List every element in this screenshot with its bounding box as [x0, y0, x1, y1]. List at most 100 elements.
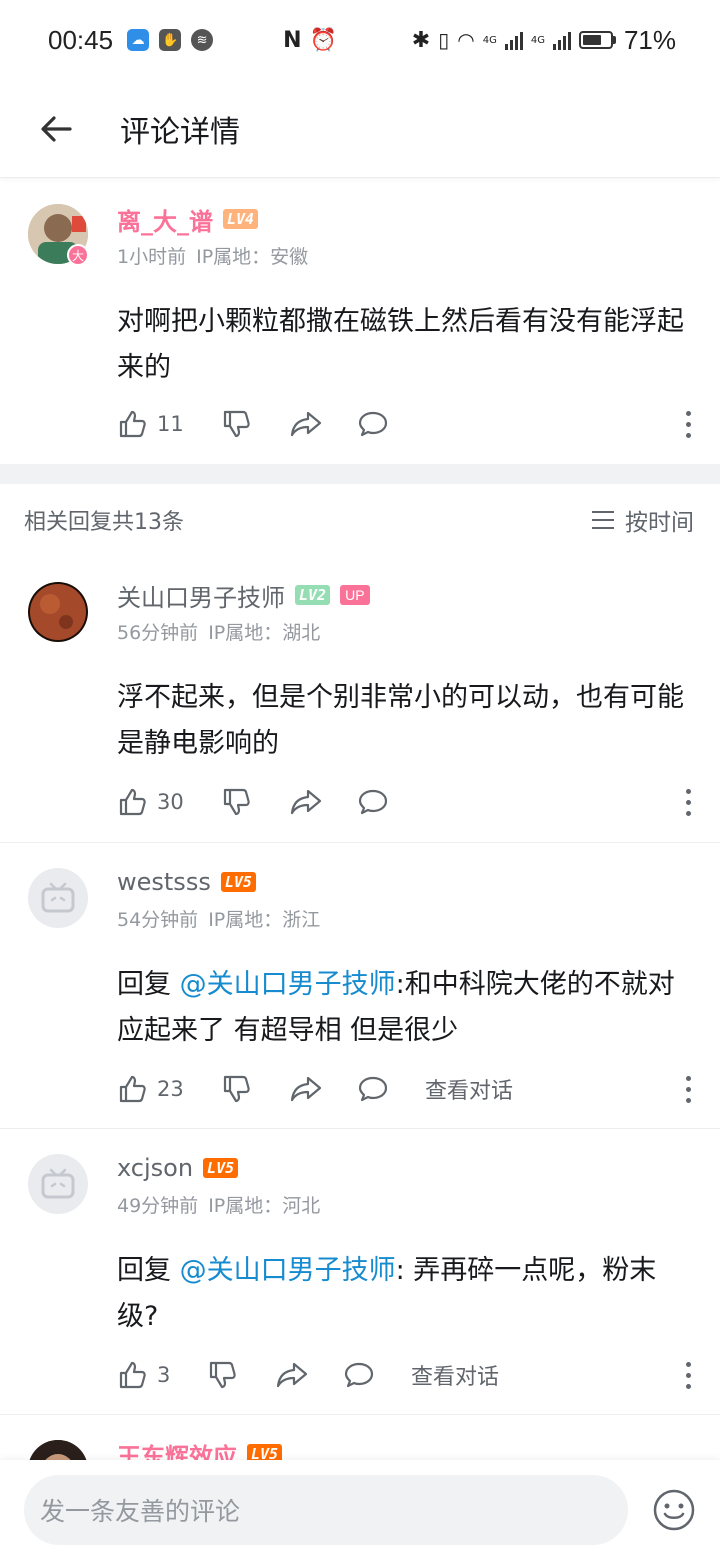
username[interactable]: 关山口男子技师 — [117, 578, 285, 613]
section-divider — [0, 464, 720, 484]
level-badge: LV5 — [247, 1444, 283, 1460]
comment-text: 浮不起来，但是个别非常小的可以动，也有可能是静电影响的 — [117, 682, 684, 759]
wifi-icon: ◠ — [457, 28, 475, 52]
avatar[interactable] — [28, 868, 88, 928]
more-options-button[interactable] — [684, 1361, 692, 1389]
sort-label: 按时间 — [625, 510, 694, 536]
like-count: 11 — [157, 412, 184, 436]
comment-actions: 3 查看对话 — [117, 1355, 692, 1395]
hand-notification-icon: ✋ — [159, 29, 182, 51]
comment-bubble-icon — [358, 411, 388, 437]
mention-link[interactable]: @关山口男子技师 — [180, 1255, 396, 1286]
reply-item: 王东辉效应 LV5 — [0, 1415, 720, 1460]
like-button[interactable]: 23 — [117, 1073, 221, 1105]
share-arrow-icon — [276, 1362, 308, 1388]
dislike-button[interactable] — [221, 786, 289, 818]
share-arrow-icon — [290, 789, 322, 815]
reply-button[interactable] — [357, 408, 425, 440]
comment-meta: 54分钟前 IP属地：浙江 — [117, 905, 690, 932]
reply-prefix: 回复 — [117, 969, 180, 1000]
comment-text: 对啊把小颗粒都撒在磁铁上然后看有没有能浮起来的 — [117, 306, 684, 383]
dislike-button[interactable] — [221, 408, 289, 440]
emoji-button[interactable] — [652, 1488, 696, 1532]
username[interactable]: 离_大_谱 — [117, 202, 213, 237]
main-comment: 大 离_大_谱 LV4 1小时前 IP属地：安徽 对啊把小颗粒都撒在磁铁上然后看有… — [0, 178, 720, 464]
reply-button[interactable] — [343, 1359, 411, 1391]
comment-ip: IP属地：浙江 — [208, 909, 321, 931]
reply-button[interactable] — [357, 1073, 425, 1105]
thumbs-up-icon — [119, 410, 146, 438]
vibrate-icon: ▯ — [438, 28, 450, 52]
comment-input[interactable]: 发一条友善的评论 — [24, 1475, 628, 1545]
replies-header: 相关回复共13条 按时间 — [24, 500, 694, 540]
share-button[interactable] — [289, 408, 357, 440]
comment-ip: IP属地：湖北 — [208, 622, 321, 644]
reply-item: xcjson LV5 49分钟前 IP属地：河北 回复 @关山口男子技师: 弄再碎… — [0, 1129, 720, 1415]
more-options-button[interactable] — [684, 788, 692, 816]
comment-bubble-icon — [344, 1362, 374, 1388]
comment-text: 回复 @关山口男子技师: 弄再碎一点呢，粉末级? — [117, 1248, 690, 1340]
like-button[interactable]: 30 — [117, 786, 221, 818]
share-button[interactable] — [289, 786, 357, 818]
comment-time: 54分钟前 — [117, 909, 199, 931]
dislike-button[interactable] — [207, 1359, 275, 1391]
comment-meta: 56分钟前 IP属地：湖北 — [117, 618, 690, 645]
comment-ip: IP属地：河北 — [208, 1195, 321, 1217]
network-type-1: 4G — [482, 34, 497, 46]
like-count: 23 — [157, 1077, 184, 1101]
up-badge: UP — [340, 585, 370, 605]
thumbs-down-icon — [223, 788, 250, 816]
view-conversation-link[interactable]: 查看对话 — [425, 1073, 513, 1105]
like-button[interactable]: 11 — [117, 408, 221, 440]
vip-badge: 大 — [67, 244, 89, 266]
sort-button[interactable]: 按时间 — [591, 503, 694, 537]
comment-bubble-icon — [358, 1076, 388, 1102]
bluetooth-icon: ✱ — [411, 27, 431, 53]
username[interactable]: westsss — [117, 868, 211, 896]
share-button[interactable] — [275, 1359, 343, 1391]
comment-time: 1小时前 — [117, 246, 187, 268]
thumbs-down-icon — [223, 410, 250, 438]
username[interactable]: 王东辉效应 — [117, 1437, 237, 1461]
comment-actions: 11 — [117, 404, 692, 444]
top-app-bar: 评论详情 — [0, 80, 720, 178]
smiley-face-icon — [653, 1489, 695, 1531]
reply-button[interactable] — [357, 786, 425, 818]
avatar[interactable] — [28, 582, 88, 642]
thumbs-down-icon — [223, 1075, 250, 1103]
view-conversation-link[interactable]: 查看对话 — [411, 1359, 499, 1391]
reply-item: 关山口男子技师 LV2 UP 56分钟前 IP属地：湖北 浮不起来，但是个别非常小… — [0, 556, 720, 842]
reply-count: 相关回复共13条 — [24, 510, 184, 535]
thumbs-up-icon — [119, 1361, 146, 1389]
more-options-button[interactable] — [684, 1075, 692, 1103]
comment-actions: 30 — [117, 782, 692, 822]
more-options-button[interactable] — [684, 410, 692, 438]
avatar[interactable] — [28, 1440, 88, 1460]
reply-prefix: 回复 — [117, 1255, 180, 1286]
battery-icon — [578, 31, 616, 49]
default-tv-avatar-icon — [41, 882, 75, 913]
avatar[interactable] — [28, 1154, 88, 1214]
signal-1-icon — [504, 30, 523, 50]
like-button[interactable]: 3 — [117, 1359, 207, 1391]
sort-lines-icon — [592, 511, 614, 529]
comment-meta: 49分钟前 IP属地：河北 — [117, 1191, 690, 1218]
mention-link[interactable]: @关山口男子技师 — [180, 969, 396, 1000]
username[interactable]: xcjson — [117, 1154, 193, 1182]
voice-notification-icon: ≋ — [191, 29, 214, 51]
thumbs-down-icon — [209, 1361, 236, 1389]
dislike-button[interactable] — [221, 1073, 289, 1105]
comment-bubble-icon — [358, 789, 388, 815]
alarm-icon: ⏰ — [309, 27, 337, 53]
comment-text: 回复 @关山口男子技师:和中科院大佬的不就对应起来了 有超导相 但是很少 — [117, 962, 690, 1054]
signal-2-icon — [552, 30, 571, 50]
back-button[interactable] — [0, 80, 112, 178]
thumbs-up-icon — [119, 788, 146, 816]
share-button[interactable] — [289, 1073, 357, 1105]
level-badge: LV4 — [223, 209, 259, 229]
page-title: 评论详情 — [120, 114, 240, 150]
mars-planet-icon — [28, 582, 88, 642]
comment-time: 56分钟前 — [117, 622, 199, 644]
comment-time: 49分钟前 — [117, 1195, 199, 1217]
status-time: 00:45 — [48, 24, 114, 55]
